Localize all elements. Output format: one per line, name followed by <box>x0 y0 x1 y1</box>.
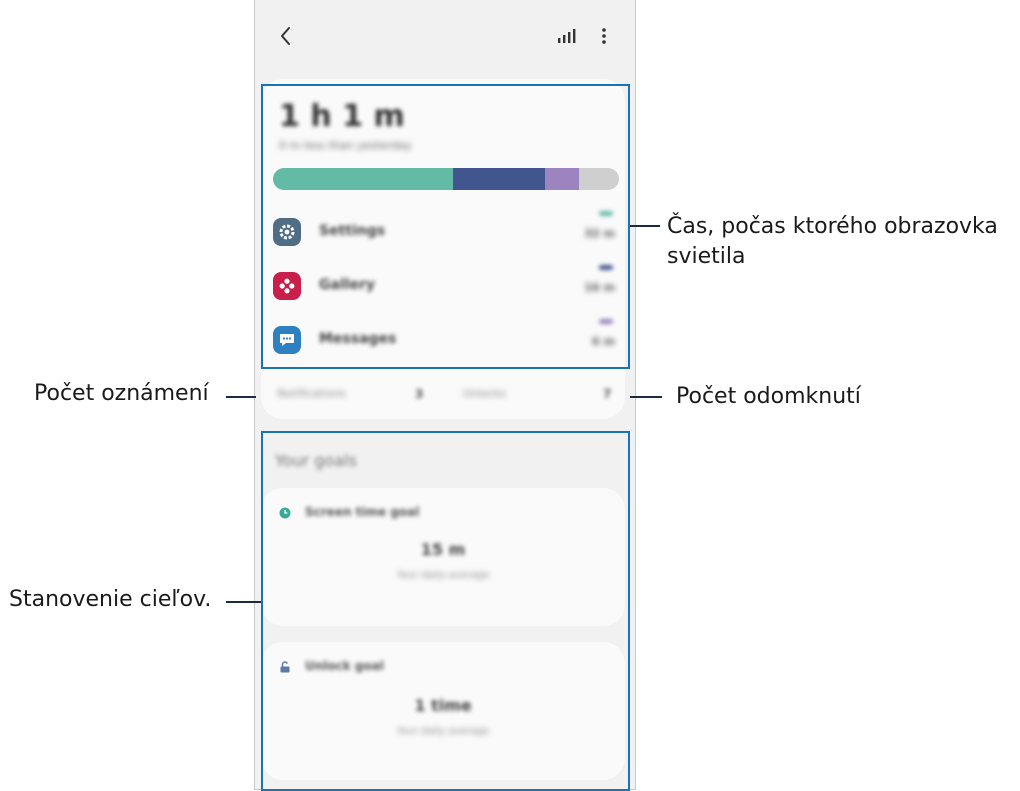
unlocks-leader-line <box>630 396 662 398</box>
notifications-leader-line <box>226 396 256 398</box>
screen-time-callout: Čas, počas ktorého obrazovka svietila <box>667 214 998 269</box>
app-bar <box>255 0 635 69</box>
goals-leader-line <box>226 601 261 603</box>
notifications-count: 3 <box>415 387 424 401</box>
back-arrow-icon[interactable] <box>277 24 295 48</box>
screen-time-leader-line <box>630 225 660 227</box>
more-options-icon[interactable] <box>601 28 607 44</box>
notifications-label: Notifications <box>277 387 346 400</box>
bar-chart-icon[interactable] <box>558 29 576 43</box>
unlocks-label: Unlocks <box>463 387 506 400</box>
notifications-callout: Počet oznámení <box>34 381 209 406</box>
screen-time-highlight <box>261 84 630 369</box>
unlocks-count: 7 <box>603 387 612 401</box>
goals-highlight <box>261 431 630 791</box>
unlocks-callout: Počet odomknutí <box>676 384 861 409</box>
goals-callout: Stanovenie cieľov. <box>9 587 212 612</box>
